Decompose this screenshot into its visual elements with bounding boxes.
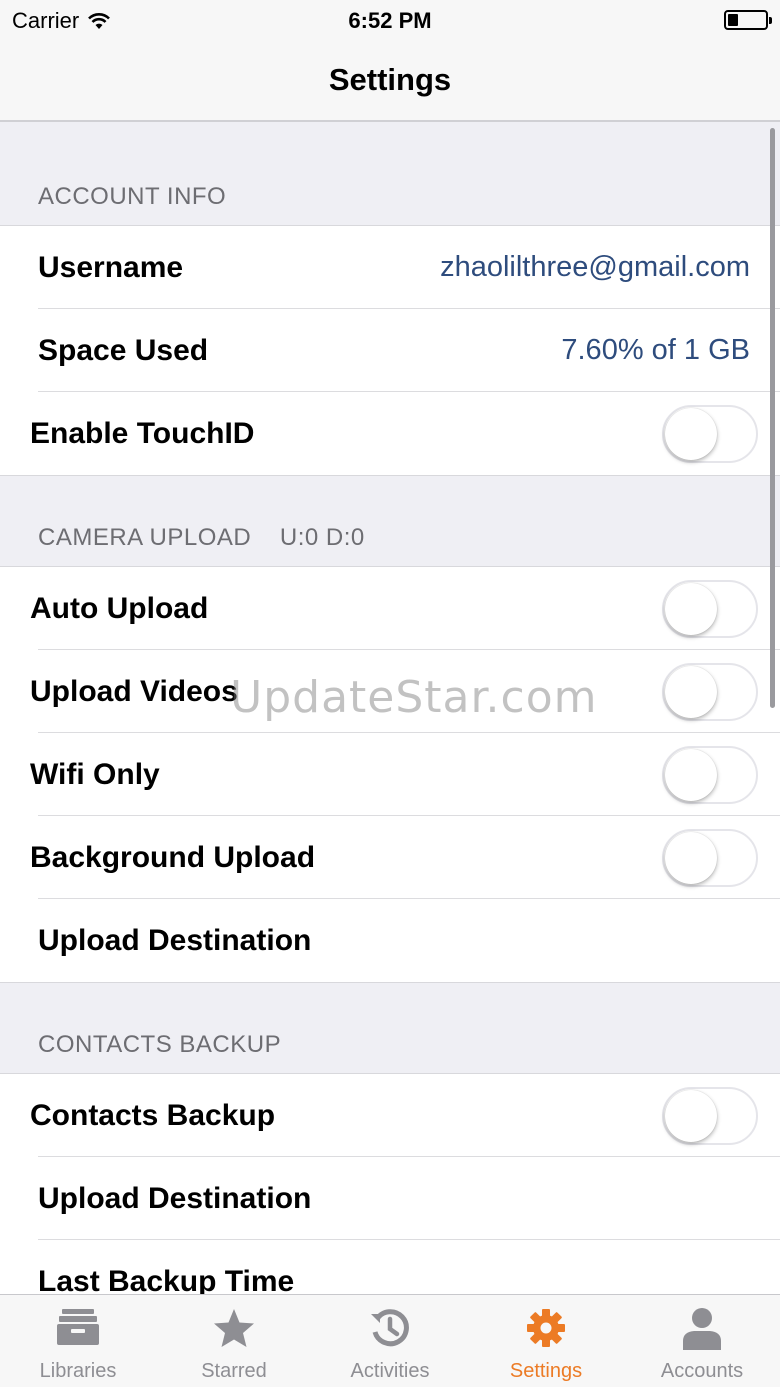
- history-icon: [371, 1309, 409, 1347]
- upload-videos-label: Upload Videos: [30, 674, 238, 708]
- section-header-camera: CAMERA UPLOAD U:0 D:0: [0, 476, 780, 567]
- touchid-row: Enable TouchID: [0, 392, 780, 475]
- last-backup-time-row[interactable]: Last Backup Time: [0, 1240, 780, 1295]
- tab-label: Settings: [509, 1360, 583, 1382]
- upload-destination-label: Upload Destination: [38, 923, 312, 957]
- auto-upload-switch[interactable]: [662, 580, 758, 638]
- tab-label: Libraries: [39, 1360, 117, 1382]
- section-header-label: CONTACTS BACKUP: [38, 1031, 282, 1058]
- contacts-backup-group: Contacts Backup Upload Destination Last …: [0, 1074, 780, 1294]
- section-header-account: ACCOUNT INFO: [0, 122, 780, 226]
- tab-settings[interactable]: Settings: [468, 1295, 624, 1387]
- tab-label: Starred: [201, 1360, 267, 1382]
- background-upload-label: Background Upload: [30, 840, 316, 874]
- tab-activities[interactable]: Activities: [312, 1295, 468, 1387]
- wifi-only-label: Wifi Only: [30, 757, 160, 791]
- battery-icon: [724, 10, 772, 30]
- account-group: Username zhaolilthree@gmail.com Space Us…: [0, 226, 780, 476]
- wifi-only-row: Wifi Only: [0, 733, 780, 816]
- status-time: 6:52 PM: [348, 8, 432, 33]
- tab-label: Activities: [350, 1360, 430, 1382]
- auto-upload-row: Auto Upload: [0, 567, 780, 650]
- touchid-switch[interactable]: [662, 405, 758, 463]
- contacts-backup-label: Contacts Backup: [30, 1098, 276, 1132]
- scrollbar[interactable]: [770, 128, 775, 708]
- tab-accounts[interactable]: Accounts: [624, 1295, 780, 1387]
- camera-upload-group: Auto Upload Upload Videos Wifi Only Back…: [0, 567, 780, 983]
- username-value: zhaolilthree@gmail.com: [440, 251, 750, 283]
- last-backup-time-label: Last Backup Time: [38, 1264, 295, 1295]
- section-header-label: ACCOUNT INFO: [38, 183, 227, 210]
- contacts-backup-switch[interactable]: [662, 1087, 758, 1145]
- tab-libraries[interactable]: Libraries: [0, 1295, 156, 1387]
- libraries-icon: [57, 1309, 99, 1345]
- contacts-backup-row: Contacts Backup: [0, 1074, 780, 1157]
- camera-upload-destination-row[interactable]: Upload Destination: [0, 899, 780, 982]
- star-icon: [214, 1309, 254, 1347]
- space-used-row[interactable]: Space Used 7.60% of 1 GB: [0, 309, 780, 392]
- section-header-contacts: CONTACTS BACKUP: [0, 983, 780, 1074]
- tab-label: Accounts: [660, 1360, 744, 1382]
- status-bar: Carrier 6:52 PM: [0, 0, 780, 40]
- person-icon: [683, 1308, 721, 1350]
- upload-destination-label: Upload Destination: [38, 1181, 312, 1215]
- space-used-label: Space Used: [38, 333, 209, 367]
- watermark: UpdateStar.com: [230, 672, 598, 723]
- page-title: Settings: [328, 62, 452, 97]
- tab-bar: Libraries Starred Activities Settings Ac…: [0, 1294, 780, 1387]
- background-upload-switch[interactable]: [662, 829, 758, 887]
- gear-icon: [527, 1309, 565, 1347]
- wifi-only-switch[interactable]: [662, 746, 758, 804]
- space-used-value: 7.60% of 1 GB: [561, 334, 750, 366]
- section-header-label: CAMERA UPLOAD U:0 D:0: [38, 524, 365, 551]
- username-row[interactable]: Username zhaolilthree@gmail.com: [0, 226, 780, 309]
- username-label: Username: [38, 250, 184, 284]
- navigation-bar: Settings: [0, 40, 780, 122]
- touchid-label: Enable TouchID: [30, 416, 255, 450]
- auto-upload-label: Auto Upload: [30, 591, 209, 625]
- background-upload-row: Background Upload: [0, 816, 780, 899]
- contacts-upload-destination-row[interactable]: Upload Destination: [0, 1157, 780, 1240]
- upload-videos-switch[interactable]: [662, 663, 758, 721]
- tab-starred[interactable]: Starred: [156, 1295, 312, 1387]
